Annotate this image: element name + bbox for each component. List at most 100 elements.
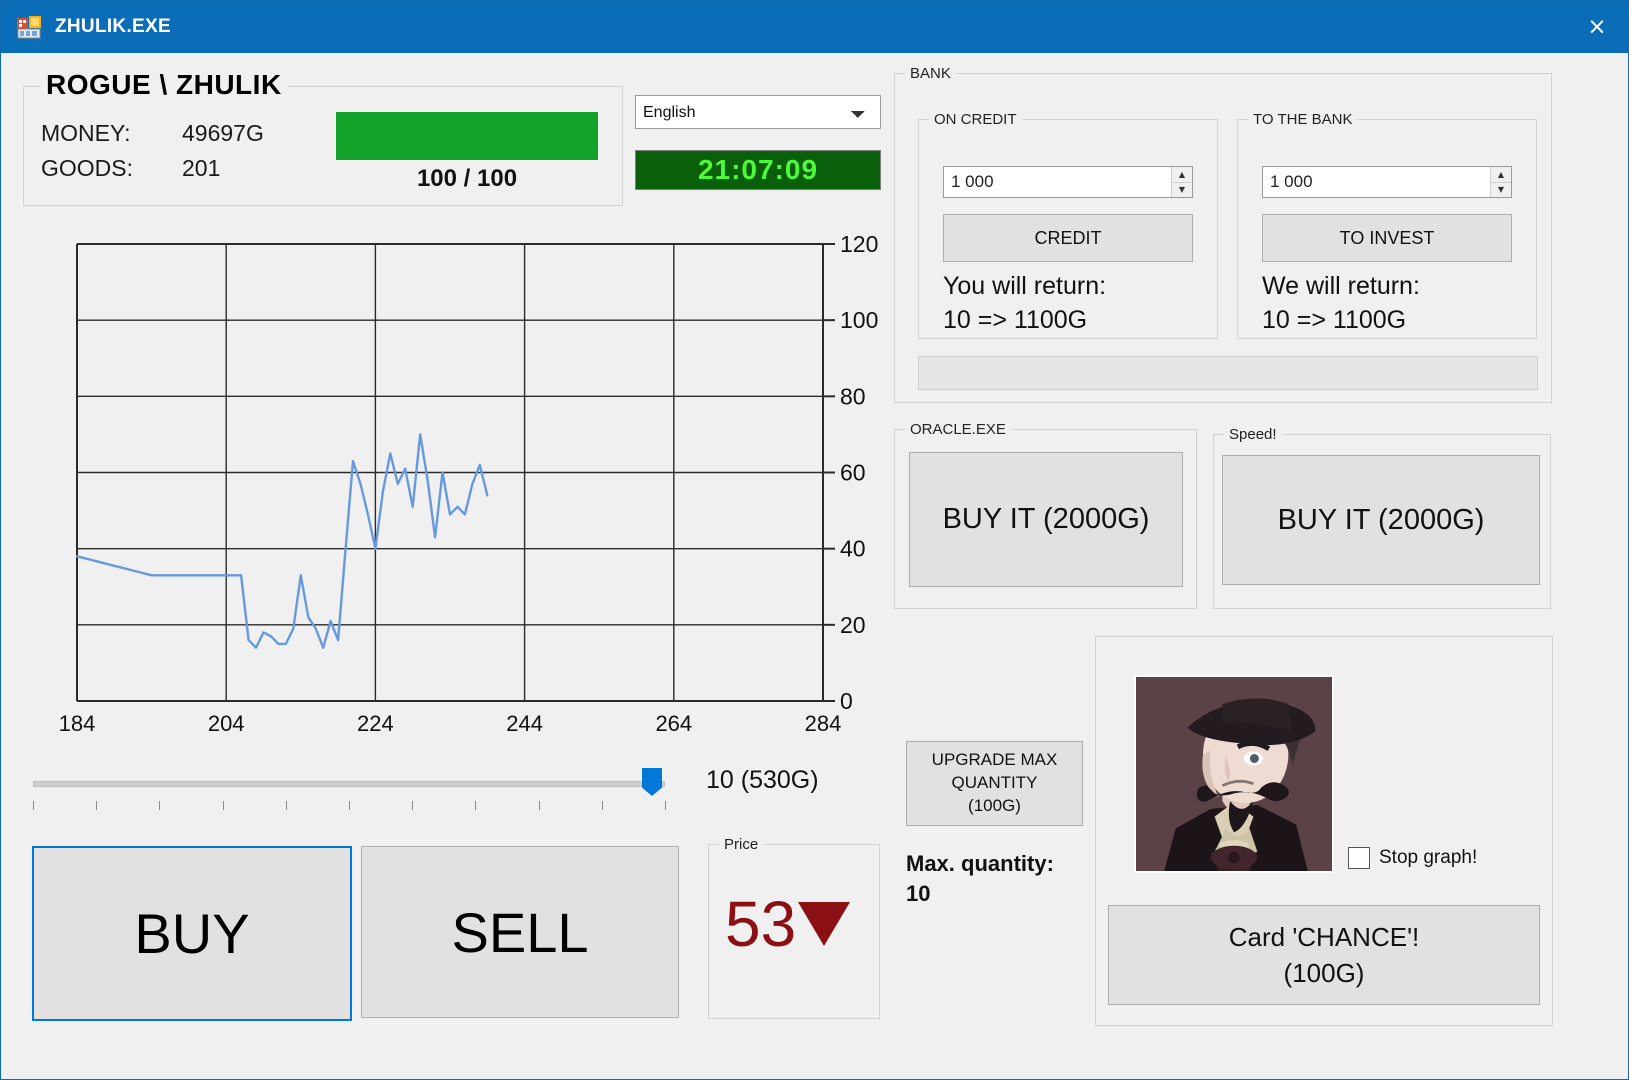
credit-return-value: 10 => 1100G <box>943 306 1087 335</box>
price-number: 53 <box>725 887 796 961</box>
quantity-slider-ticks <box>33 801 668 815</box>
max-quantity-label: Max. quantity: <box>906 849 1086 879</box>
bank-status-bar <box>918 356 1538 390</box>
to-the-bank-title: TO THE BANK <box>1248 111 1357 128</box>
slider-tick <box>33 801 34 810</box>
player-status-panel: ROGUE \ ZHULIK MONEY: 49697G GOODS: 201 … <box>23 86 623 206</box>
chart-y-tick-label: 40 <box>840 536 866 562</box>
credit-amount-input[interactable] <box>944 167 1171 197</box>
merchant-panel: Stop graph! Card 'CHANCE'! (100G) <box>1095 636 1553 1026</box>
stop-graph-label: Stop graph! <box>1379 847 1477 869</box>
page-title: ROGUE \ ZHULIK <box>40 69 288 101</box>
invest-spin-down-icon[interactable]: ▼ <box>1491 183 1511 198</box>
oracle-buy-button[interactable]: BUY IT (2000G) <box>909 452 1183 587</box>
slider-tick <box>665 801 666 810</box>
app-window: ZHULIK.EXE × ROGUE \ ZHULIK MONEY: 49697… <box>0 0 1629 1080</box>
chance-card-line2: (100G) <box>1284 955 1365 991</box>
to-invest-button[interactable]: TO INVEST <box>1262 214 1512 262</box>
quantity-slider-thumb[interactable] <box>642 768 662 796</box>
on-credit-panel: ON CREDIT ▲ ▼ CREDIT You will return: 10… <box>918 119 1218 339</box>
credit-spin-down-icon[interactable]: ▼ <box>1172 183 1192 198</box>
price-panel: Price 53 <box>708 844 880 1019</box>
health-bar-text: 100 / 100 <box>336 165 598 193</box>
price-panel-title: Price <box>719 836 763 853</box>
price-chart: 0 20 40 60 80 100 120 184 204 224 244 264 284 <box>33 229 878 749</box>
max-quantity-display: Max. quantity: 10 <box>906 849 1086 908</box>
quantity-slider-value: 10 (530G) <box>706 766 819 795</box>
quantity-slider-track[interactable] <box>33 781 665 787</box>
chart-y-tick-label: 80 <box>840 383 866 409</box>
chart-y-tick-label: 0 <box>840 688 853 714</box>
chart-x-tick-label: 184 <box>59 711 96 736</box>
chart-gridlines <box>77 244 823 701</box>
invest-spinner-buttons[interactable]: ▲ ▼ <box>1490 167 1511 197</box>
app-window-icon <box>17 15 43 39</box>
invest-amount-input[interactable] <box>1263 167 1490 197</box>
credit-spin-up-icon[interactable]: ▲ <box>1172 167 1192 183</box>
speed-panel: Speed! BUY IT (2000G) <box>1213 434 1551 609</box>
slider-tick <box>602 801 603 810</box>
goods-label: GOODS: <box>41 155 133 182</box>
stop-graph-checkbox[interactable]: Stop graph! <box>1348 847 1477 869</box>
chart-y-tick-label: 20 <box>840 612 866 638</box>
oracle-panel: ORACLE.EXE BUY IT (2000G) <box>894 429 1197 609</box>
health-bar <box>336 112 598 160</box>
credit-spinner-buttons[interactable]: ▲ ▼ <box>1171 167 1192 197</box>
invest-return-label: We will return: <box>1262 272 1420 301</box>
game-timer: 21:07:09 <box>635 150 881 190</box>
health-bar-fill <box>336 112 598 160</box>
invest-spin-up-icon[interactable]: ▲ <box>1491 167 1511 183</box>
bank-panel-title: BANK <box>905 65 956 82</box>
price-chart-svg: 0 20 40 60 80 100 120 184 204 224 244 264 284 <box>33 229 878 749</box>
chart-x-tick-label: 204 <box>208 711 245 736</box>
chart-y-tick-labels: 0 20 40 60 80 100 120 <box>840 231 878 714</box>
on-credit-title: ON CREDIT <box>929 111 1022 128</box>
max-quantity-value: 10 <box>906 879 1086 909</box>
slider-tick <box>159 801 160 810</box>
chance-card-line1: Card 'CHANCE'! <box>1229 919 1420 955</box>
slider-tick <box>223 801 224 810</box>
upgrade-line3: (100G) <box>968 795 1021 818</box>
title-bar: ZHULIK.EXE × <box>1 1 1629 53</box>
chart-x-tick-label: 224 <box>357 711 394 736</box>
stop-graph-checkbox-box[interactable] <box>1348 847 1370 869</box>
chart-y-tick-label: 100 <box>840 307 878 333</box>
chart-y-tick-label: 120 <box>840 231 878 257</box>
close-icon[interactable]: × <box>1564 1 1629 53</box>
price-down-arrow-icon <box>798 902 850 946</box>
chart-y-tick-label: 60 <box>840 460 866 486</box>
upgrade-line1: UPGRADE MAX <box>932 749 1058 772</box>
chart-x-tick-label: 244 <box>506 711 543 736</box>
chance-card-button[interactable]: Card 'CHANCE'! (100G) <box>1108 905 1540 1005</box>
oracle-panel-title: ORACLE.EXE <box>905 421 1011 438</box>
goods-value: 201 <box>182 155 220 182</box>
speed-panel-title: Speed! <box>1224 426 1282 443</box>
upgrade-max-quantity-button[interactable]: UPGRADE MAX QUANTITY (100G) <box>906 741 1083 826</box>
credit-button[interactable]: CREDIT <box>943 214 1193 262</box>
credit-return-label: You will return: <box>943 272 1106 301</box>
chart-series-line <box>77 434 487 647</box>
chart-x-tick-label: 284 <box>805 711 842 736</box>
slider-tick <box>96 801 97 810</box>
chart-x-tick-label: 264 <box>655 711 692 736</box>
buy-button[interactable]: BUY <box>32 846 352 1021</box>
slider-tick <box>412 801 413 810</box>
slider-tick <box>475 801 476 810</box>
language-select[interactable]: English <box>635 95 881 129</box>
money-label: MONEY: <box>41 120 130 147</box>
slider-tick <box>349 801 350 810</box>
window-title: ZHULIK.EXE <box>55 16 171 38</box>
chart-x-tick-labels: 184 204 224 244 264 284 <box>59 711 842 736</box>
merchant-portrait-art <box>1136 677 1332 871</box>
slider-tick <box>286 801 287 810</box>
to-the-bank-panel: TO THE BANK ▲ ▼ TO INVEST We will return… <box>1237 119 1537 339</box>
sell-button[interactable]: SELL <box>361 846 679 1018</box>
invest-amount-stepper[interactable]: ▲ ▼ <box>1262 166 1512 198</box>
speed-buy-button[interactable]: BUY IT (2000G) <box>1222 455 1540 585</box>
money-value: 49697G <box>182 120 264 147</box>
credit-amount-stepper[interactable]: ▲ ▼ <box>943 166 1193 198</box>
merchant-portrait <box>1134 675 1334 873</box>
price-display: 53 <box>725 887 850 961</box>
slider-tick <box>539 801 540 810</box>
invest-return-value: 10 => 1100G <box>1262 306 1406 335</box>
